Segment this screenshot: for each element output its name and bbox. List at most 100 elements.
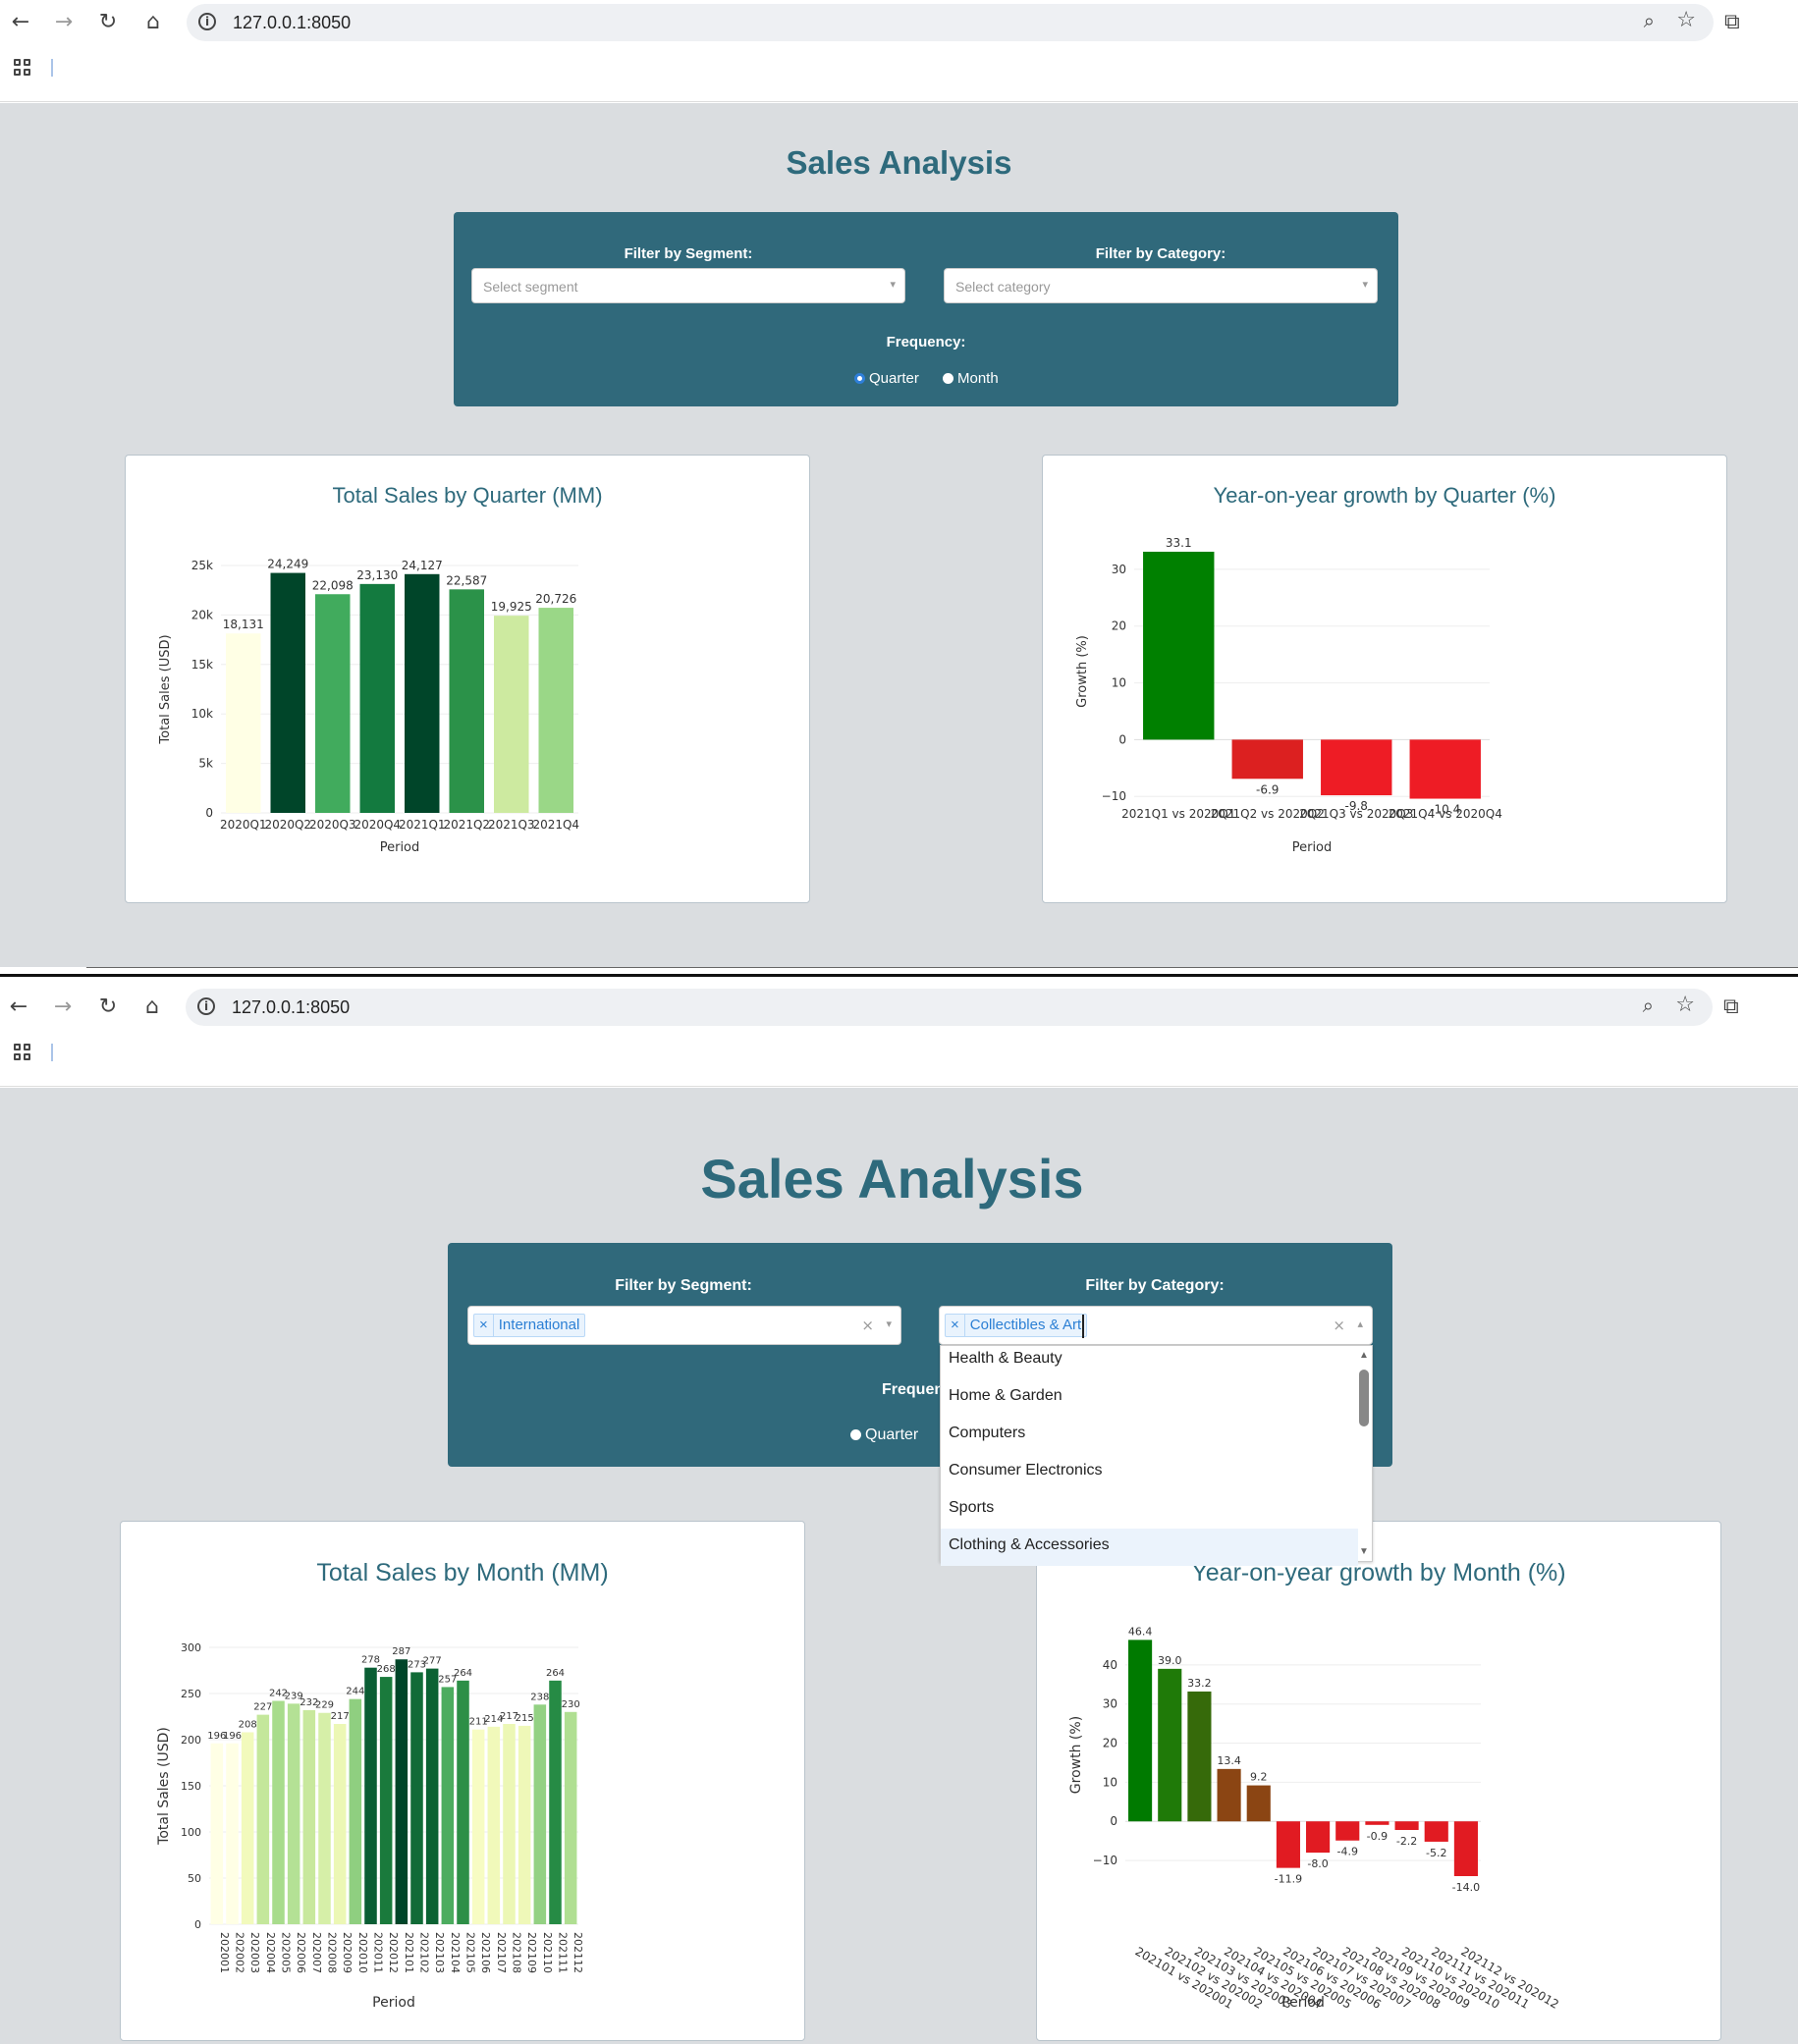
bar bbox=[315, 594, 351, 813]
scroll-thumb[interactable] bbox=[1359, 1370, 1369, 1426]
segment-placeholder: Select segment bbox=[483, 279, 578, 295]
remove-tag-icon[interactable]: × bbox=[474, 1315, 494, 1336]
extensions-icon[interactable]: ⧉ bbox=[1724, 10, 1740, 34]
site-info-icon[interactable]: i bbox=[197, 997, 215, 1015]
data-label: 238 bbox=[530, 1692, 549, 1702]
chevron-down-icon[interactable]: ▾ bbox=[1362, 278, 1368, 291]
radio-unselected-icon[interactable] bbox=[943, 373, 953, 384]
x-axis-title: Period bbox=[1281, 1995, 1325, 2011]
extensions-icon[interactable]: ⧉ bbox=[1723, 995, 1739, 1019]
bar bbox=[425, 1668, 439, 1924]
x-tick-label: 202012 bbox=[387, 1932, 400, 1973]
bar bbox=[1365, 1821, 1389, 1825]
screenshot-quarter: ← → ↻ ⌂ i 127.0.0.1:8050 ⌕ ☆ ⧉ Sales Ana… bbox=[0, 0, 1798, 967]
bar bbox=[494, 616, 529, 813]
data-label: 244 bbox=[346, 1687, 364, 1697]
site-info-icon[interactable]: i bbox=[198, 13, 216, 30]
data-label: 268 bbox=[377, 1664, 396, 1675]
bar bbox=[241, 1732, 254, 1924]
apps-grid-icon[interactable] bbox=[14, 59, 33, 79]
zoom-icon[interactable]: ⌕ bbox=[1644, 9, 1655, 32]
back-icon[interactable]: ← bbox=[4, 993, 33, 1022]
forward-icon[interactable]: → bbox=[48, 993, 78, 1022]
bar bbox=[210, 1743, 224, 1924]
home-icon[interactable]: ⌂ bbox=[138, 8, 168, 37]
home-icon[interactable]: ⌂ bbox=[137, 993, 167, 1022]
reload-icon[interactable]: ↻ bbox=[93, 993, 123, 1022]
chevron-down-icon[interactable]: ▾ bbox=[886, 1318, 892, 1330]
radio-unselected-icon[interactable] bbox=[850, 1429, 861, 1440]
page-title: Sales Analysis bbox=[700, 1148, 1084, 1210]
x-tick-label: 202102 bbox=[418, 1932, 431, 1973]
bar bbox=[349, 1698, 362, 1924]
radio-selected-icon[interactable] bbox=[854, 373, 865, 384]
y-tick-label: 10 bbox=[1112, 676, 1126, 690]
scroll-down-icon[interactable]: ▼ bbox=[1359, 1546, 1369, 1557]
y-tick-label: 0 bbox=[1110, 1814, 1117, 1828]
dropdown-option[interactable]: Sports bbox=[941, 1491, 1358, 1529]
segment-select[interactable]: × International × ▾ bbox=[467, 1306, 901, 1345]
data-label: 196 bbox=[223, 1731, 242, 1742]
y-tick-label: 50 bbox=[188, 1872, 201, 1885]
screenshot-month: ← → ↻ ⌂ i 127.0.0.1:8050 ⌕ ☆ ⧉ Sales Ana… bbox=[0, 985, 1798, 2044]
segment-select[interactable]: Select segment ▾ bbox=[471, 268, 905, 303]
dropdown-option[interactable]: Computers bbox=[941, 1417, 1358, 1454]
zoom-icon[interactable]: ⌕ bbox=[1643, 994, 1654, 1017]
y-axis-title: Total Sales (USD) bbox=[156, 1727, 172, 1846]
apps-grid-icon[interactable] bbox=[14, 1044, 33, 1063]
bookmark-star-icon[interactable]: ☆ bbox=[1676, 8, 1696, 32]
x-tick-label: 2020Q3 bbox=[309, 818, 356, 832]
bar bbox=[533, 1704, 547, 1924]
bar bbox=[1453, 1821, 1478, 1876]
sales-quarter-chart: 05k10k15k20k25k18,1312020Q124,2492020Q22… bbox=[158, 558, 579, 855]
category-label: Filter by Category: bbox=[1085, 1277, 1225, 1294]
frequency-label: Frequency: bbox=[886, 334, 966, 350]
dropdown-option[interactable]: Clothing & Accessories bbox=[941, 1529, 1358, 1566]
clear-icon[interactable]: × bbox=[1333, 1317, 1345, 1334]
dashboard: Sales Analysis Filter by Segment: Filter… bbox=[0, 103, 1798, 967]
y-tick-label: 0 bbox=[205, 806, 213, 820]
radio-quarter[interactable]: Quarter bbox=[854, 370, 919, 387]
y-tick-label: 40 bbox=[1103, 1658, 1117, 1672]
bar bbox=[410, 1672, 423, 1924]
address-bar[interactable]: i 127.0.0.1:8050 ⌕ ☆ bbox=[187, 4, 1714, 41]
y-tick-label: 30 bbox=[1103, 1697, 1117, 1711]
bar bbox=[226, 633, 261, 813]
chevron-down-icon[interactable]: ▾ bbox=[890, 278, 896, 291]
dropdown-scrollbar[interactable]: ▲ ▼ bbox=[1358, 1346, 1370, 1561]
category-select[interactable]: × Collectibles & Art × ▴ bbox=[939, 1306, 1373, 1345]
bar bbox=[405, 573, 440, 813]
x-tick-label: 202108 bbox=[511, 1932, 523, 1973]
remove-tag-icon[interactable]: × bbox=[946, 1315, 965, 1336]
clear-icon[interactable]: × bbox=[861, 1317, 874, 1334]
bookmark-star-icon[interactable]: ☆ bbox=[1675, 993, 1695, 1017]
data-label: 22,098 bbox=[312, 578, 354, 592]
address-bar[interactable]: i 127.0.0.1:8050 ⌕ ☆ bbox=[186, 989, 1713, 1026]
dropdown-option[interactable]: Health & Beauty bbox=[941, 1342, 1358, 1379]
forward-icon[interactable]: → bbox=[49, 8, 79, 37]
dropdown-option[interactable]: Consumer Electronics bbox=[941, 1454, 1358, 1491]
data-label: 39.0 bbox=[1158, 1654, 1182, 1667]
chevron-up-icon[interactable]: ▴ bbox=[1357, 1318, 1363, 1330]
page-title: Sales Analysis bbox=[786, 144, 1012, 181]
x-tick-label: 202112 bbox=[572, 1932, 584, 1973]
reload-icon[interactable]: ↻ bbox=[93, 8, 123, 37]
scroll-up-icon[interactable]: ▲ bbox=[1359, 1350, 1369, 1361]
dropdown-option[interactable]: Home & Garden bbox=[941, 1379, 1358, 1417]
back-icon[interactable]: ← bbox=[6, 8, 35, 37]
x-tick-label: 2021Q2 bbox=[443, 818, 490, 832]
category-tag: × Collectibles & Art bbox=[945, 1314, 1088, 1337]
y-tick-label: 0 bbox=[194, 1918, 201, 1931]
bar bbox=[1321, 739, 1392, 796]
y-tick-label: 15k bbox=[191, 658, 213, 672]
x-tick-label: 202006 bbox=[295, 1932, 307, 1973]
data-label: 20,726 bbox=[535, 592, 576, 606]
y-tick-label: 10 bbox=[1103, 1775, 1117, 1789]
category-select[interactable]: Select category ▾ bbox=[944, 268, 1378, 303]
y-tick-label: 150 bbox=[181, 1780, 201, 1793]
x-axis-title: Period bbox=[1292, 840, 1333, 855]
radio-month[interactable]: Month bbox=[943, 370, 999, 387]
x-tick-label: 202110 bbox=[541, 1932, 554, 1973]
segment-label: Filter by Segment: bbox=[624, 245, 753, 262]
radio-quarter[interactable]: Quarter bbox=[850, 1426, 918, 1444]
